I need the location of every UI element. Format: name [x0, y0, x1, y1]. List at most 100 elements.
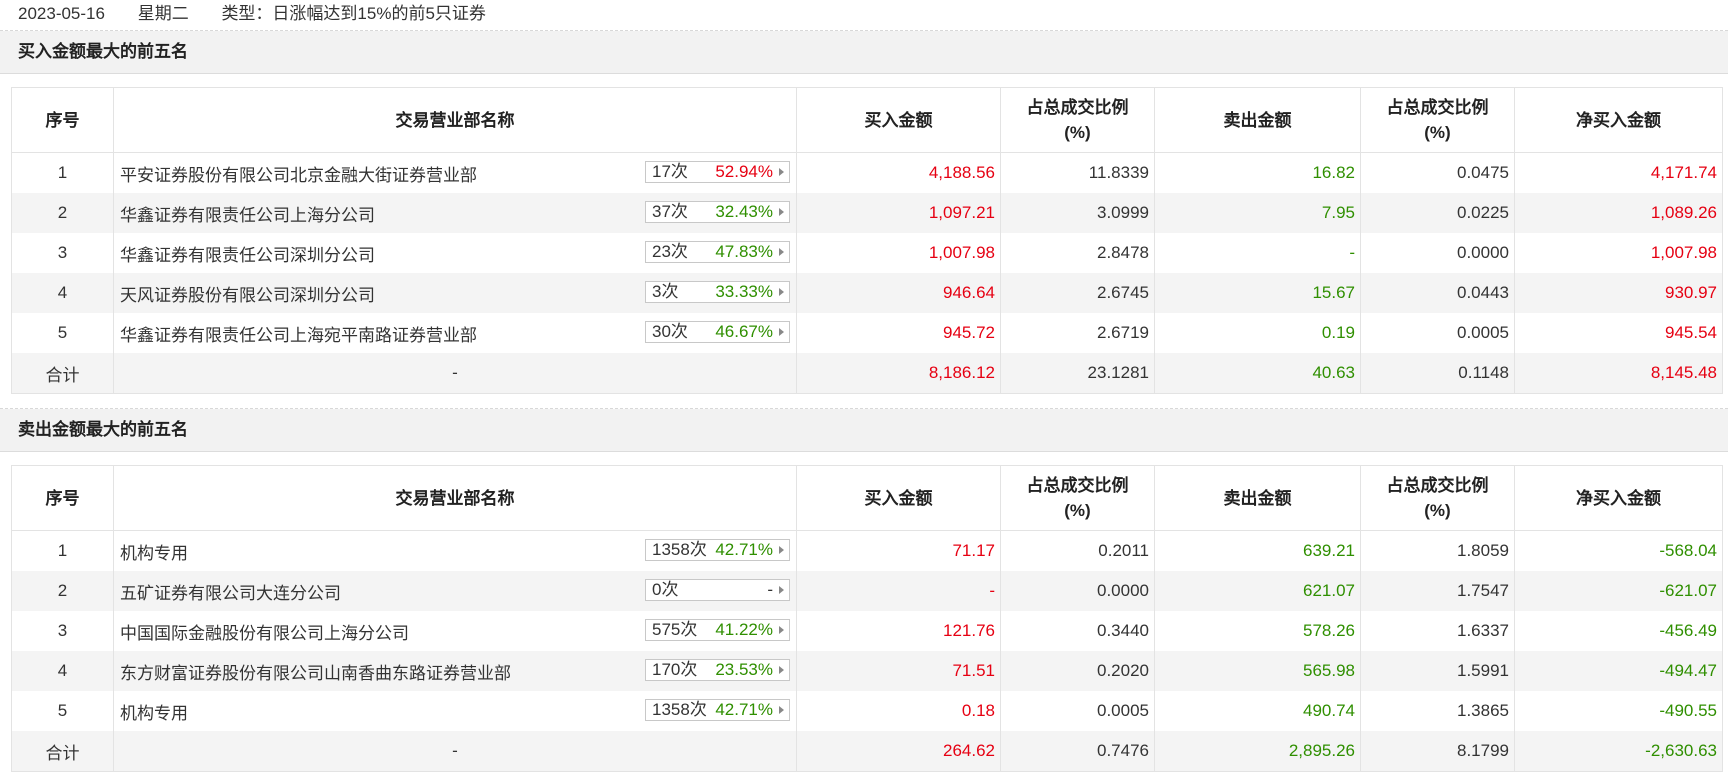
col-header-index: 序号	[11, 87, 114, 153]
net-buy-amount: -568.04	[1514, 530, 1723, 571]
row-index: 5	[11, 313, 114, 353]
row-index: 4	[11, 651, 114, 691]
listing-count: 170次	[652, 660, 698, 679]
branch-stats-badge[interactable]: 575次 41.22%	[645, 619, 790, 641]
buy-amount: 121.76	[796, 611, 1001, 651]
net-buy-amount: -490.55	[1514, 691, 1723, 731]
col-header-buy-ratio: 占总成交比例 (%)	[1000, 87, 1155, 153]
table-row: 2 华鑫证券有限责任公司上海分公司 37次 32.43% 1,097.21 3.0999 7…	[11, 193, 1723, 233]
buy-ratio: 11.8339	[1000, 152, 1155, 193]
branch-name[interactable]: 五矿证券有限公司大连分公司	[120, 584, 341, 603]
sell-amount: 490.74	[1154, 691, 1361, 731]
col-header-branch-name: 交易营业部名称	[113, 87, 797, 153]
caret-right-icon	[779, 626, 784, 634]
win-rate: 42.71%	[715, 540, 773, 559]
row-index: 1	[11, 152, 114, 193]
win-rate: 33.33%	[715, 282, 773, 301]
net-buy-amount: 4,171.74	[1514, 152, 1723, 193]
col-header-buy-ratio-line1: 占总成交比例	[1026, 98, 1129, 117]
buy-top5-table: 序号 交易营业部名称 买入金额 占总成交比例 (%) 卖出金额 占总成交比例 (%)…	[11, 87, 1723, 394]
net-buy-amount: -621.07	[1514, 571, 1723, 611]
row-index: 3	[11, 233, 114, 273]
listing-count: 1358次	[652, 700, 707, 719]
row-index: 2	[11, 193, 114, 233]
branch-name[interactable]: 华鑫证券有限责任公司上海宛平南路证券营业部	[120, 326, 477, 345]
buy-amount: 71.51	[796, 651, 1001, 691]
branch-name-cell: 五矿证券有限公司大连分公司 0次 -	[113, 571, 797, 611]
branch-name[interactable]: 华鑫证券有限责任公司上海分公司	[120, 206, 375, 225]
branch-stats-badge[interactable]: 0次 -	[645, 579, 790, 601]
col-header-sell-ratio-line1: 占总成交比例	[1386, 476, 1489, 495]
col-header-sell-ratio: 占总成交比例 (%)	[1360, 465, 1515, 531]
sell-amount: 16.82	[1154, 152, 1361, 193]
col-header-buy-ratio-line2: (%)	[1064, 501, 1091, 520]
total-buy-amount: 8,186.12	[796, 353, 1001, 394]
sell-amount: 639.21	[1154, 530, 1361, 571]
col-header-buy-amount: 买入金额	[796, 87, 1001, 153]
branch-name-cell: 机构专用 1358次 42.71%	[113, 530, 797, 571]
branch-name[interactable]: 机构专用	[120, 544, 188, 563]
listing-count: 17次	[652, 162, 688, 181]
listing-count: 37次	[652, 202, 688, 221]
branch-stats-badge[interactable]: 1358次 42.71%	[645, 539, 790, 561]
buy-ratio: 0.3440	[1000, 611, 1155, 651]
net-buy-amount: -494.47	[1514, 651, 1723, 691]
branch-name[interactable]: 东方财富证券股份有限公司山南香曲东路证券营业部	[120, 664, 511, 683]
branch-name-cell: 机构专用 1358次 42.71%	[113, 691, 797, 731]
table-row: 1 平安证券股份有限公司北京金融大街证券营业部 17次 52.94% 4,188.56 1…	[11, 152, 1723, 193]
branch-stats-badge[interactable]: 170次 23.53%	[645, 659, 790, 681]
buy-amount: 71.17	[796, 530, 1001, 571]
buy-ratio: 0.0000	[1000, 571, 1155, 611]
total-sell-amount: 40.63	[1154, 353, 1361, 394]
buy-amount: 0.18	[796, 691, 1001, 731]
total-sell-ratio: 8.1799	[1360, 731, 1515, 772]
caret-right-icon	[779, 586, 784, 594]
total-net-buy: -2,630.63	[1514, 731, 1723, 772]
branch-stats-badge[interactable]: 30次 46.67%	[645, 321, 790, 343]
col-header-branch-name: 交易营业部名称	[113, 465, 797, 531]
col-header-buy-ratio-line2: (%)	[1064, 123, 1091, 142]
top-info-bar: 2023-05-16 星期二 类型：日涨幅达到15%的前5只证券	[0, 0, 1728, 31]
sell-amount: 7.95	[1154, 193, 1361, 233]
total-row: 合计 -264.62 0.7476 2,895.26 8.1799 -2,630.63	[11, 731, 1723, 772]
win-rate: 46.67%	[715, 322, 773, 341]
branch-name[interactable]: 华鑫证券有限责任公司深圳分公司	[120, 246, 375, 265]
branch-name[interactable]: 中国国际金融股份有限公司上海分公司	[120, 624, 409, 643]
listing-count: 1358次	[652, 540, 707, 559]
branch-stats-badge[interactable]: 3次 33.33%	[645, 281, 790, 303]
branch-name-cell: 平安证券股份有限公司北京金融大街证券营业部 17次 52.94%	[113, 152, 797, 193]
table-row: 5 华鑫证券有限责任公司上海宛平南路证券营业部 30次 46.67% 945.72 2.6…	[11, 313, 1723, 353]
total-row: 合计 -8,186.12 23.1281 40.63 0.1148 8,145.48	[11, 353, 1723, 394]
branch-stats-badge[interactable]: 23次 47.83%	[645, 241, 790, 263]
sell-ratio: 1.5991	[1360, 651, 1515, 691]
total-label: 合计	[11, 353, 114, 394]
net-buy-amount: 945.54	[1514, 313, 1723, 353]
buy-ratio: 2.8478	[1000, 233, 1155, 273]
branch-name[interactable]: 机构专用	[120, 704, 188, 723]
branch-name[interactable]: 天风证券股份有限公司深圳分公司	[120, 286, 375, 305]
branch-stats-badge[interactable]: 1358次 42.71%	[645, 699, 790, 721]
caret-right-icon	[779, 328, 784, 336]
buy-amount: 1,097.21	[796, 193, 1001, 233]
branch-name[interactable]: 平安证券股份有限公司北京金融大街证券营业部	[120, 166, 477, 185]
branch-name-cell: 东方财富证券股份有限公司山南香曲东路证券营业部 170次 23.53%	[113, 651, 797, 691]
buy-amount: 4,188.56	[796, 152, 1001, 193]
buy-amount: -	[796, 571, 1001, 611]
branch-name-cell: 华鑫证券有限责任公司上海宛平南路证券营业部 30次 46.67%	[113, 313, 797, 353]
filter-type: 类型：日涨幅达到15%的前5只证券	[221, 4, 486, 23]
branch-stats-badge[interactable]: 37次 32.43%	[645, 201, 790, 223]
net-buy-amount: -456.49	[1514, 611, 1723, 651]
branch-stats-badge[interactable]: 17次 52.94%	[645, 161, 790, 183]
buy-ratio: 0.2011	[1000, 530, 1155, 571]
sell-amount: -	[1154, 233, 1361, 273]
buy-ratio: 3.0999	[1000, 193, 1155, 233]
caret-right-icon	[779, 288, 784, 296]
listing-count: 0次	[652, 580, 679, 599]
table-row: 5 机构专用 1358次 42.71% 0.18 0.0005 490.74 1.3865 -4…	[11, 691, 1723, 731]
col-header-index: 序号	[11, 465, 114, 531]
sell-amount: 621.07	[1154, 571, 1361, 611]
sell-ratio: 0.0225	[1360, 193, 1515, 233]
sell-ratio: 1.6337	[1360, 611, 1515, 651]
sell-top5-table: 序号 交易营业部名称 买入金额 占总成交比例 (%) 卖出金额 占总成交比例 (%)…	[11, 465, 1723, 772]
caret-right-icon	[779, 168, 784, 176]
